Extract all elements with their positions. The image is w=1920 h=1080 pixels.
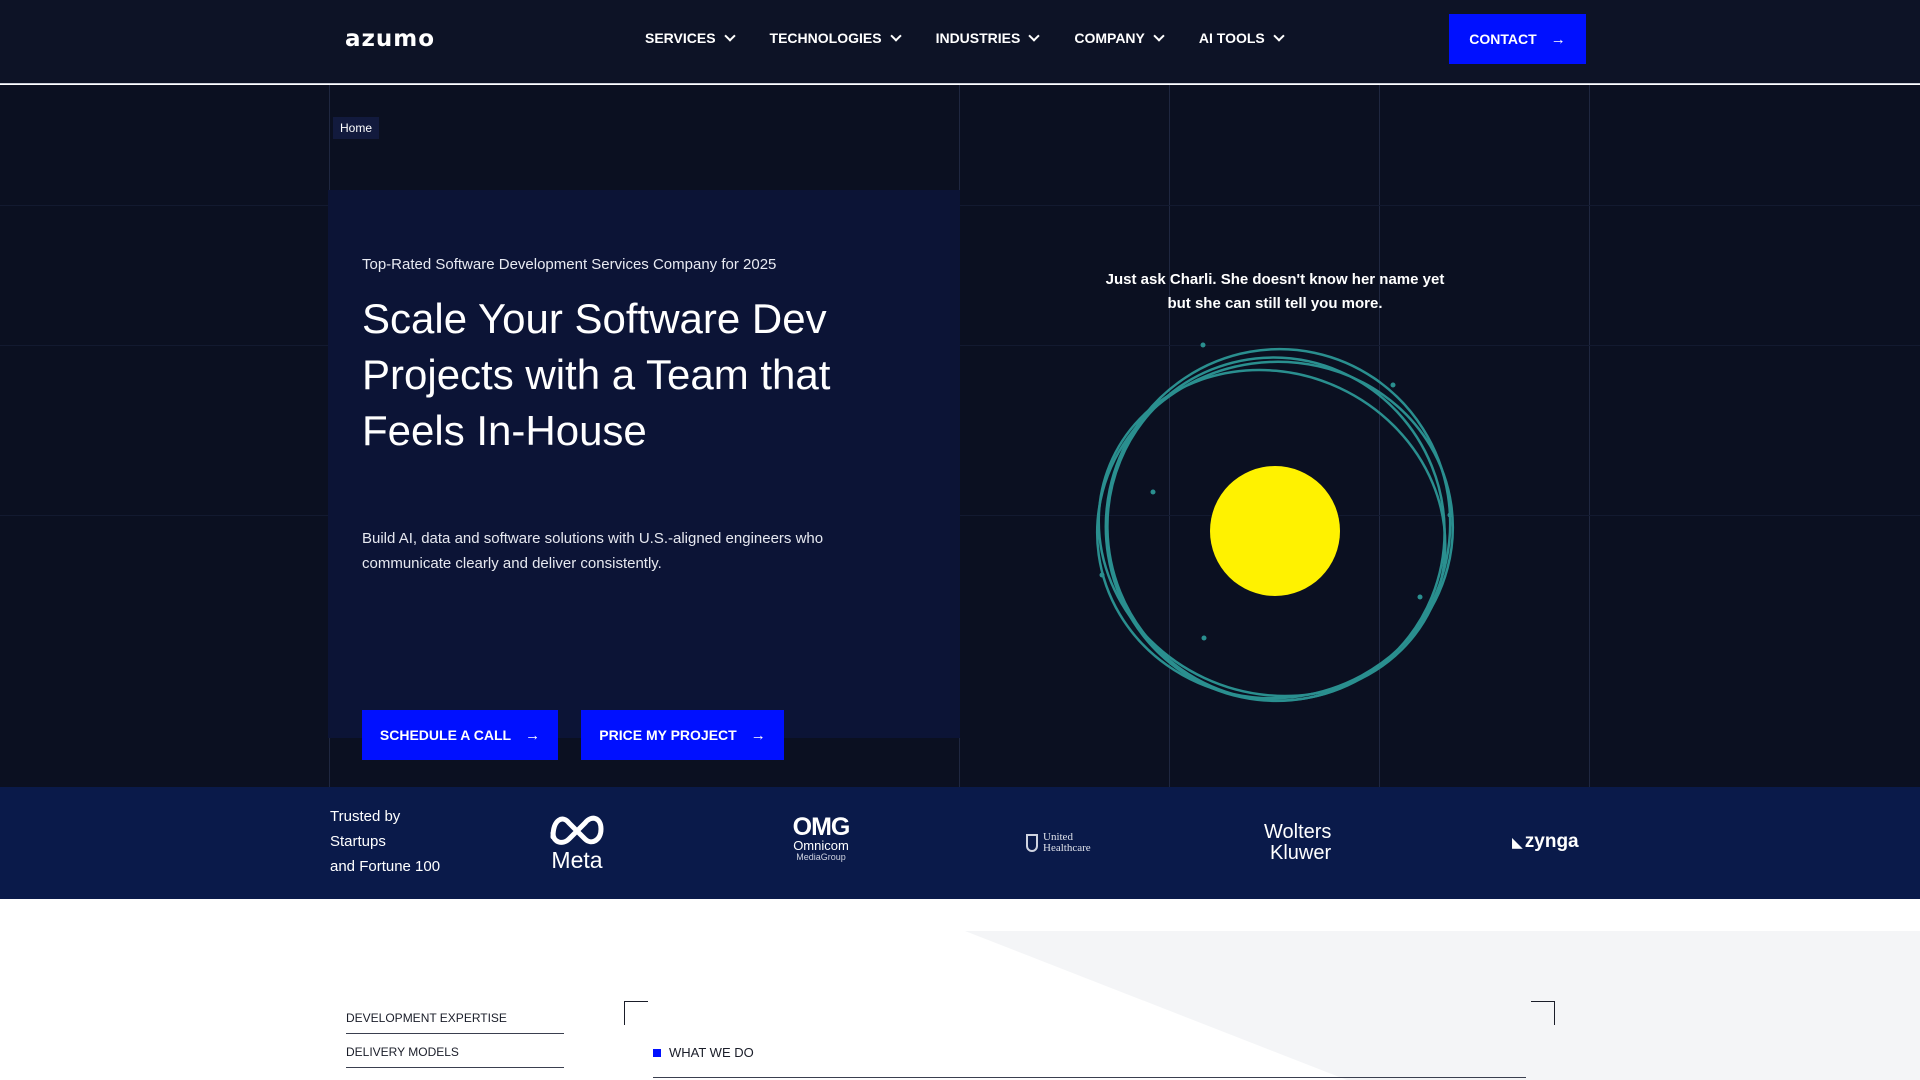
arrow-right-icon: → [1550,30,1566,48]
omg-mark: OMG [792,813,851,841]
price-project-button[interactable]: PRICE MY PROJECT → [581,710,784,760]
orb-particle [1150,489,1156,495]
hero-headline: Scale Your Software Dev Projects with a … [362,295,831,454]
trusted-line-1: Trusted by [330,808,401,825]
uhc-line-2: Healthcare [1043,842,1091,854]
breadcrumb-home[interactable]: Home [333,117,380,139]
united-healthcare-logo: United Healthcare [1026,832,1091,854]
trusted-line-3: and Fortune 100 [330,858,441,875]
main-menu: SERVICES TECHNOLOGIES INDUSTRIES COMPANY… [645,29,1319,46]
menu-ai-tools-label: AI TOOLS [1198,30,1265,46]
omnicom-wordmark: Omnicom [793,838,849,853]
menu-company[interactable]: COMPANY [1074,29,1165,46]
schedule-call-label: SCHEDULE A CALL [379,727,512,743]
tab-development-expertise[interactable]: DEVELOPMENT EXPERTISE [346,1011,564,1034]
orb-particle [1447,512,1453,518]
orb-particle [1417,594,1423,600]
zynga-logo: ◣ zynga [1512,831,1579,853]
menu-company-label: COMPANY [1074,30,1145,46]
hero-eyebrow: Top-Rated Software Development Services … [362,256,777,273]
chevron-down-icon [1028,29,1041,42]
orb-core [1210,466,1340,596]
orb-particle [1099,572,1105,578]
arrow-right-icon: → [750,726,766,744]
development-section: DEVELOPMENT EXPERTISE DELIVERY MODELS WH… [0,899,1920,1080]
contact-button-label: CONTACT [1469,31,1537,47]
omnicom-logo: OMG Omnicom MediaGroup [785,813,857,863]
trusted-line-2: Startups [330,833,386,850]
menu-services[interactable]: SERVICES [645,29,736,46]
azumo-logo[interactable]: azumo [345,26,435,52]
wolters-wordmark: Wolters [1264,821,1332,843]
background-diagonal [965,931,1920,1080]
hero-section: Home Top-Rated Software Development Serv… [0,85,1920,787]
what-we-do-text: WHAT WE DO [669,1045,754,1060]
hero-subtext: Build AI, data and software solutions wi… [362,530,824,572]
kluwer-wordmark: Kluwer [1270,842,1332,864]
menu-technologies[interactable]: TECHNOLOGIES [769,29,902,46]
menu-services-label: SERVICES [645,30,716,46]
grid-line [0,205,1920,206]
grid-line [1589,85,1590,787]
trusted-by-band: Trusted by Startups and Fortune 100 Meta… [0,787,1920,899]
what-we-do-label: WHAT WE DO [653,1045,754,1060]
zynga-dog-icon: ◣ [1512,833,1523,850]
frame-corner-right [1531,1001,1555,1025]
orb-particle [1390,382,1396,388]
grid-line [0,345,1920,346]
tab-delivery-models[interactable]: DELIVERY MODELS [346,1045,564,1068]
arrow-right-icon: → [525,726,541,744]
chevron-down-icon [1273,29,1285,42]
trusted-by-text: Trusted by Startups and Fortune 100 [330,804,440,879]
price-project-label: PRICE MY PROJECT [599,727,737,743]
charli-prompt: Just ask Charli. She doesn't know her na… [1105,271,1445,312]
chevron-down-icon [723,29,736,42]
meta-infinity-icon [550,815,604,845]
charli-orb-icon[interactable] [1090,335,1460,715]
contact-button[interactable]: CONTACT → [1449,14,1586,64]
mediagroup-wordmark: MediaGroup [796,852,846,862]
meta-wordmark: Meta [551,847,603,873]
top-navigation: azumo SERVICES TECHNOLOGIES INDUSTRIES C… [0,0,1920,84]
uhc-wordmark: United Healthcare [1043,832,1091,854]
meta-logo: Meta [545,811,609,872]
menu-industries[interactable]: INDUSTRIES [935,29,1041,46]
section-divider [653,1077,1526,1078]
menu-ai-tools[interactable]: AI TOOLS [1198,29,1285,46]
zynga-wordmark: zynga [1524,831,1579,852]
chevron-down-icon [1153,29,1165,42]
grid-line [0,515,1920,516]
menu-industries-label: INDUSTRIES [935,30,1021,46]
chevron-down-icon [889,29,902,42]
blue-square-icon [653,1048,661,1057]
schedule-call-button[interactable]: SCHEDULE A CALL → [362,710,558,760]
orb-particle [1200,342,1206,348]
frame-corner-left [624,1001,648,1025]
menu-technologies-label: TECHNOLOGIES [769,30,882,46]
uhc-shield-icon [1026,834,1038,852]
orb-particle [1201,635,1207,641]
wolters-kluwer-logo: Wolters Kluwer [1264,822,1348,864]
